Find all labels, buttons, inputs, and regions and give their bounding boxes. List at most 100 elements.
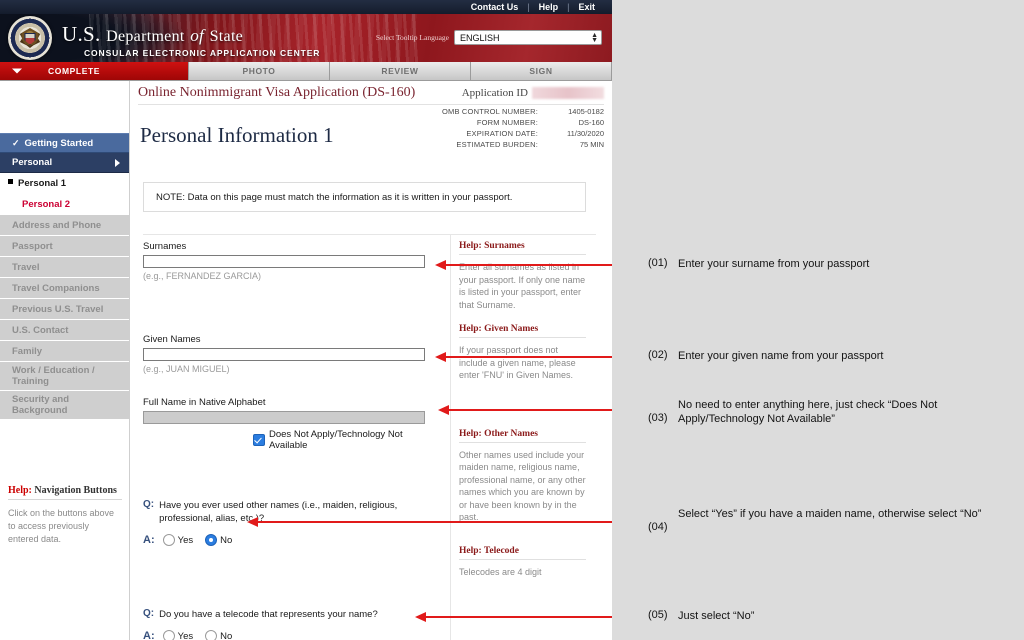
meta-key-burden: ESTIMATED BURDEN:	[456, 139, 538, 150]
telecode-radio-no-label: No	[220, 631, 232, 640]
sidebar-help-title-prefix: Help:	[8, 485, 32, 496]
help-title-text: Given Names	[482, 324, 538, 334]
telecode-radio-no[interactable]	[205, 630, 217, 640]
sidebar-item-work-education-training-label: Work / Education / Training	[12, 365, 123, 387]
tab-sign[interactable]: SIGN	[471, 62, 612, 80]
field-native-alphabet: Full Name in Native Alphabet Does Not Ap…	[143, 397, 441, 451]
field-given-names: Given Names (e.g., JUAN MIGUEL)	[143, 334, 441, 374]
telecode-radio-yes-label: Yes	[178, 631, 194, 640]
given-names-input[interactable]	[143, 348, 425, 361]
sidebar-item-address-and-phone: Address and Phone	[0, 215, 129, 236]
answer-marker: A:	[143, 630, 155, 640]
meta-row-expiration: EXPIRATION DATE: 11/30/2020	[442, 128, 604, 139]
help-link[interactable]: Help	[530, 0, 568, 14]
brand-state: State	[210, 28, 244, 45]
other-names-radio-yes[interactable]	[163, 534, 175, 546]
help-surnames-body: Enter all surnames as listed in your pas…	[459, 261, 586, 311]
help-title-prefix: Help:	[459, 546, 482, 556]
answer-marker: A:	[143, 534, 155, 546]
question-marker: Q:	[143, 499, 154, 510]
meta-value-omb: 1405-0182	[538, 106, 604, 117]
annotation-text-04: Select “Yes” if you have a maiden name, …	[678, 507, 981, 521]
tooltip-language-label: Select Tooltip Language	[376, 33, 449, 42]
application-id-label: Application ID	[462, 87, 528, 99]
brand-line-primary: U.S. Department of State	[62, 22, 320, 47]
application-id-redacted-value	[532, 87, 604, 99]
meta-value-burden: 75 MIN	[538, 139, 604, 150]
contextual-help-column: Help: Surnames Enter all surnames as lis…	[450, 234, 586, 640]
application-id-row: Application ID	[462, 87, 604, 99]
help-telecode-body: Telecodes are 4 digit	[459, 566, 586, 579]
sidebar-item-address-and-phone-label: Address and Phone	[12, 220, 101, 231]
telecode-question-text: Do you have a telecode that represents y…	[159, 608, 378, 621]
brand-subtitle: CONSULAR ELECTRONIC APPLICATION CENTER	[84, 48, 320, 58]
chevron-right-icon	[115, 159, 120, 167]
sidebar-item-travel-companions-label: Travel Companions	[12, 283, 100, 294]
sidebar-subitem-personal-2[interactable]: Personal 2	[0, 194, 129, 215]
help-title-prefix: Help:	[459, 241, 482, 251]
exit-link[interactable]: Exit	[569, 0, 604, 14]
does-not-apply-checkbox[interactable]	[253, 434, 265, 446]
brand-department: Department	[106, 28, 185, 45]
annotation-item-03: (03) No need to enter anything here, jus…	[648, 398, 1014, 426]
field-surnames-hint: (e.g., FERNANDEZ GARCIA)	[143, 271, 441, 281]
sidebar-item-family-label: Family	[12, 346, 42, 357]
sidebar-help-body: Click on the buttons above to access pre…	[8, 507, 122, 546]
question-marker: Q:	[143, 608, 154, 619]
meta-row-form-number: FORM NUMBER: DS-160	[442, 117, 604, 128]
sidebar-item-security-and-background-label: Security and Background	[12, 394, 123, 416]
annotation-item-05: (05) Just select “No”	[648, 609, 1014, 623]
stepper-arrows-icon: ▲▼	[591, 33, 598, 43]
annotation-item-01: (01) Enter your surname from your passpo…	[648, 257, 1014, 271]
arrow-head-icon	[435, 260, 446, 270]
help-surnames-title: Help: Surnames	[459, 241, 586, 255]
annotation-number-05: (05)	[648, 609, 678, 621]
caret-down-icon	[12, 69, 22, 74]
tab-review[interactable]: REVIEW	[330, 62, 471, 80]
does-not-apply-label: Does Not Apply/Technology Not Available	[269, 429, 441, 451]
tooltip-language-value: ENGLISH	[460, 33, 500, 43]
arrow-line	[258, 521, 640, 523]
contact-us-link[interactable]: Contact Us	[462, 0, 528, 14]
tab-photo[interactable]: PHOTO	[189, 62, 330, 80]
form-metadata: OMB CONTROL NUMBER: 1405-0182 FORM NUMBE…	[442, 106, 604, 150]
surnames-input[interactable]	[143, 255, 425, 268]
annotation-item-04: (04) Select “Yes” if you have a maiden n…	[648, 507, 1014, 533]
other-names-radio-no[interactable]	[205, 534, 217, 546]
native-alphabet-does-not-apply-row[interactable]: Does Not Apply/Technology Not Available	[253, 429, 441, 451]
question-telecode: Q: Do you have a telecode that represent…	[143, 608, 441, 640]
application-viewport: Contact Us | Help | Exit U.S. Department…	[0, 0, 612, 640]
telecode-radio-yes[interactable]	[163, 630, 175, 640]
tooltip-language-control: Select Tooltip Language ENGLISH ▲▼	[376, 30, 602, 45]
other-names-answer-row: A: Yes No	[143, 534, 441, 546]
site-banner: U.S. Department of State CONSULAR ELECTR…	[0, 14, 612, 62]
meta-row-omb: OMB CONTROL NUMBER: 1405-0182	[442, 106, 604, 117]
help-other-names: Help: Other Names Other names used inclu…	[459, 429, 586, 524]
sidebar-item-personal[interactable]: Personal	[0, 153, 129, 173]
form-title-row: Online Nonimmigrant Visa Application (DS…	[138, 85, 604, 105]
tab-sign-label: SIGN	[529, 66, 552, 76]
sidebar-subitem-personal-1[interactable]: Personal 1	[0, 173, 129, 194]
sidebar-help-title: Help: Navigation Buttons	[8, 485, 122, 500]
meta-key-omb: OMB CONTROL NUMBER:	[442, 106, 538, 117]
arrow-head-icon	[435, 352, 446, 362]
help-title-text: Telecode	[482, 546, 519, 556]
form-fields-column: Surnames (e.g., FERNANDEZ GARCIA) Given …	[143, 241, 441, 640]
top-utility-links: Contact Us | Help | Exit	[462, 0, 604, 14]
meta-value-form-number: DS-160	[538, 117, 604, 128]
sidebar-item-getting-started[interactable]: ✓ Getting Started	[0, 133, 129, 153]
tab-review-label: REVIEW	[381, 66, 418, 76]
other-names-radio-no-label: No	[220, 535, 232, 546]
telecode-question-row: Q: Do you have a telecode that represent…	[143, 608, 441, 621]
check-icon: ✓	[12, 138, 20, 149]
sidebar-item-passport: Passport	[0, 236, 129, 257]
arrow-head-icon	[247, 517, 258, 527]
annotation-number-04: (04)	[648, 507, 678, 533]
help-title-prefix: Help:	[459, 324, 482, 334]
us-department-of-state-seal-icon	[8, 16, 52, 60]
annotation-number-02: (02)	[648, 349, 678, 361]
tooltip-language-select[interactable]: ENGLISH ▲▼	[454, 30, 602, 45]
arrow-line	[426, 616, 640, 618]
sidebar-item-us-contact-label: U.S. Contact	[12, 325, 68, 336]
tab-complete[interactable]: COMPLETE	[0, 62, 189, 80]
